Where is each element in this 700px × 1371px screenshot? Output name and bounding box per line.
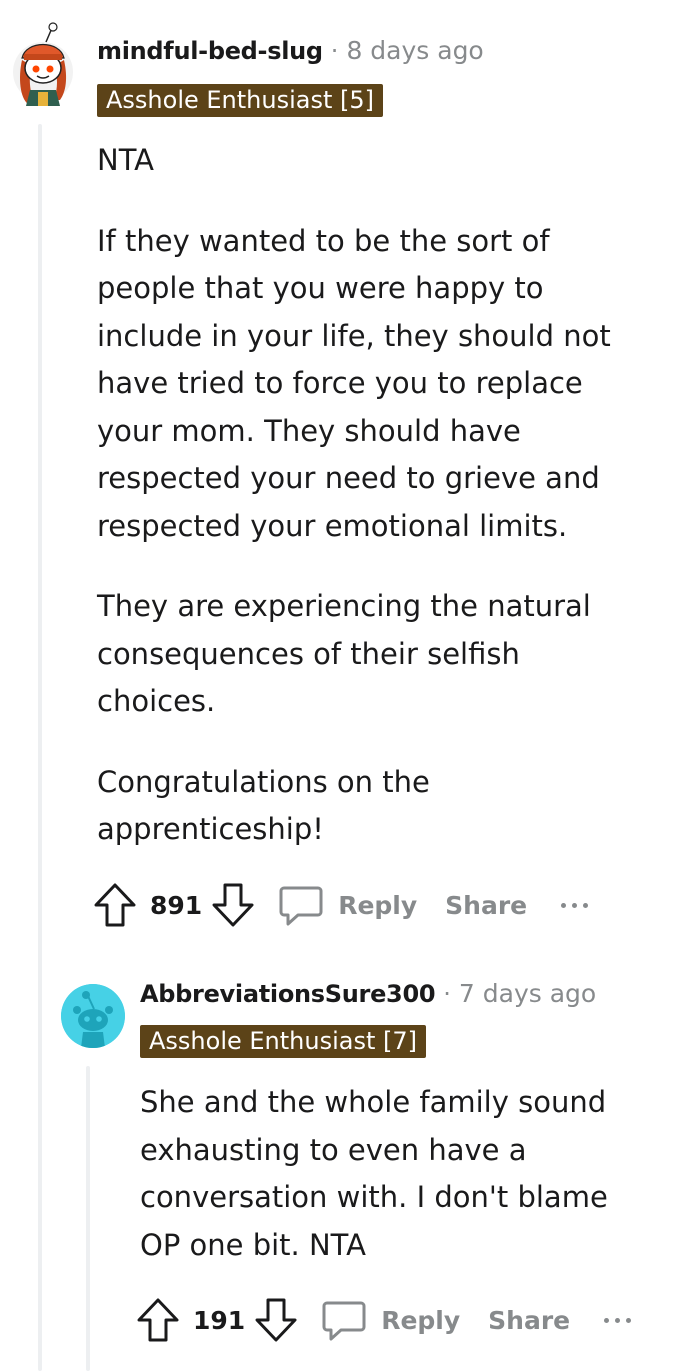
share-button[interactable]: Share: [445, 891, 527, 920]
reply-button[interactable]: Reply: [278, 882, 417, 928]
comment-actions: 191 Reply Share: [135, 1295, 632, 1345]
comment-body: NTA If they wanted to be the sort of peo…: [97, 137, 657, 854]
more-options-icon[interactable]: [604, 1317, 632, 1323]
comment-meta: AbbreviationsSure300 · 7 days ago: [140, 979, 596, 1008]
comment-timestamp[interactable]: 7 days ago: [459, 979, 596, 1008]
upvote-button[interactable]: [92, 881, 138, 929]
comment-bubble-icon: [279, 886, 323, 926]
comment-paragraph: NTA: [97, 143, 154, 177]
username-link[interactable]: AbbreviationsSure300: [140, 980, 436, 1008]
downvote-arrow-icon: [212, 883, 254, 927]
downvote-arrow-icon: [255, 1298, 297, 1342]
default-snoo-avatar-icon: [61, 984, 125, 1048]
comment-paragraph: She and the whole family sound exhaustin…: [140, 1085, 608, 1262]
meta-separator: ·: [330, 37, 339, 65]
comment-paragraph: They are experiencing the natural conseq…: [97, 589, 591, 718]
upvote-arrow-icon: [137, 1298, 179, 1342]
user-flair: Asshole Enthusiast [5]: [97, 84, 384, 117]
reply-button[interactable]: Reply: [321, 1297, 460, 1343]
comment-body: She and the whole family sound exhaustin…: [140, 1079, 640, 1269]
upvote-arrow-icon: [94, 883, 136, 927]
more-options-icon[interactable]: [561, 902, 589, 908]
reply-label: Reply: [338, 890, 418, 920]
downvote-button[interactable]: [210, 881, 256, 929]
comment-timestamp[interactable]: 8 days ago: [346, 36, 483, 65]
meta-separator: ·: [443, 980, 451, 1008]
upvote-button[interactable]: [135, 1296, 181, 1344]
reply-label: Reply: [381, 1305, 461, 1335]
thread-line[interactable]: [86, 1066, 90, 1371]
user-avatar[interactable]: [8, 20, 78, 106]
username-link[interactable]: mindful-bed-slug: [97, 37, 323, 65]
user-avatar[interactable]: [61, 984, 125, 1048]
snoo-avatar-redhead-icon: [13, 22, 73, 106]
downvote-button[interactable]: [253, 1296, 299, 1344]
vote-count: 191: [193, 1305, 246, 1335]
comment-paragraph: Congratulations on the apprenticeship!: [97, 764, 430, 847]
comment-actions: 891 Reply Share: [92, 880, 589, 930]
user-flair: Asshole Enthusiast [7]: [140, 1025, 427, 1058]
comment-bubble-icon: [322, 1301, 366, 1341]
comment-meta: mindful-bed-slug · 8 days ago: [97, 36, 484, 65]
vote-count: 891: [150, 890, 203, 920]
thread-line[interactable]: [38, 124, 42, 1371]
share-button[interactable]: Share: [488, 1306, 570, 1335]
comment-paragraph: If they wanted to be the sort of people …: [97, 223, 611, 543]
